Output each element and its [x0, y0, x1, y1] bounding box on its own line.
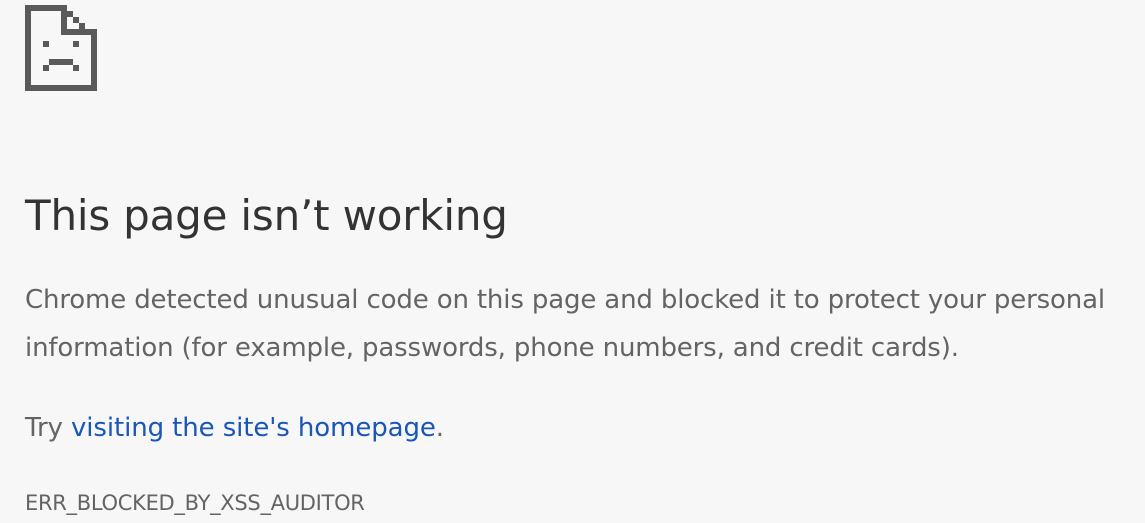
error-description: Chrome detected unusual code on this pag… — [25, 285, 1105, 363]
page-title: This page isn’t working — [25, 191, 508, 240]
sad-document-icon — [25, 5, 97, 91]
suggestion-prefix: Try — [25, 413, 72, 443]
suggestion-suffix: . — [435, 413, 444, 443]
error-code: ERR_BLOCKED_BY_XSS_AUDITOR — [25, 491, 365, 515]
suggestion-line: Try visiting the site's homepage. — [25, 404, 444, 452]
homepage-link[interactable]: visiting the site's homepage — [71, 413, 436, 443]
